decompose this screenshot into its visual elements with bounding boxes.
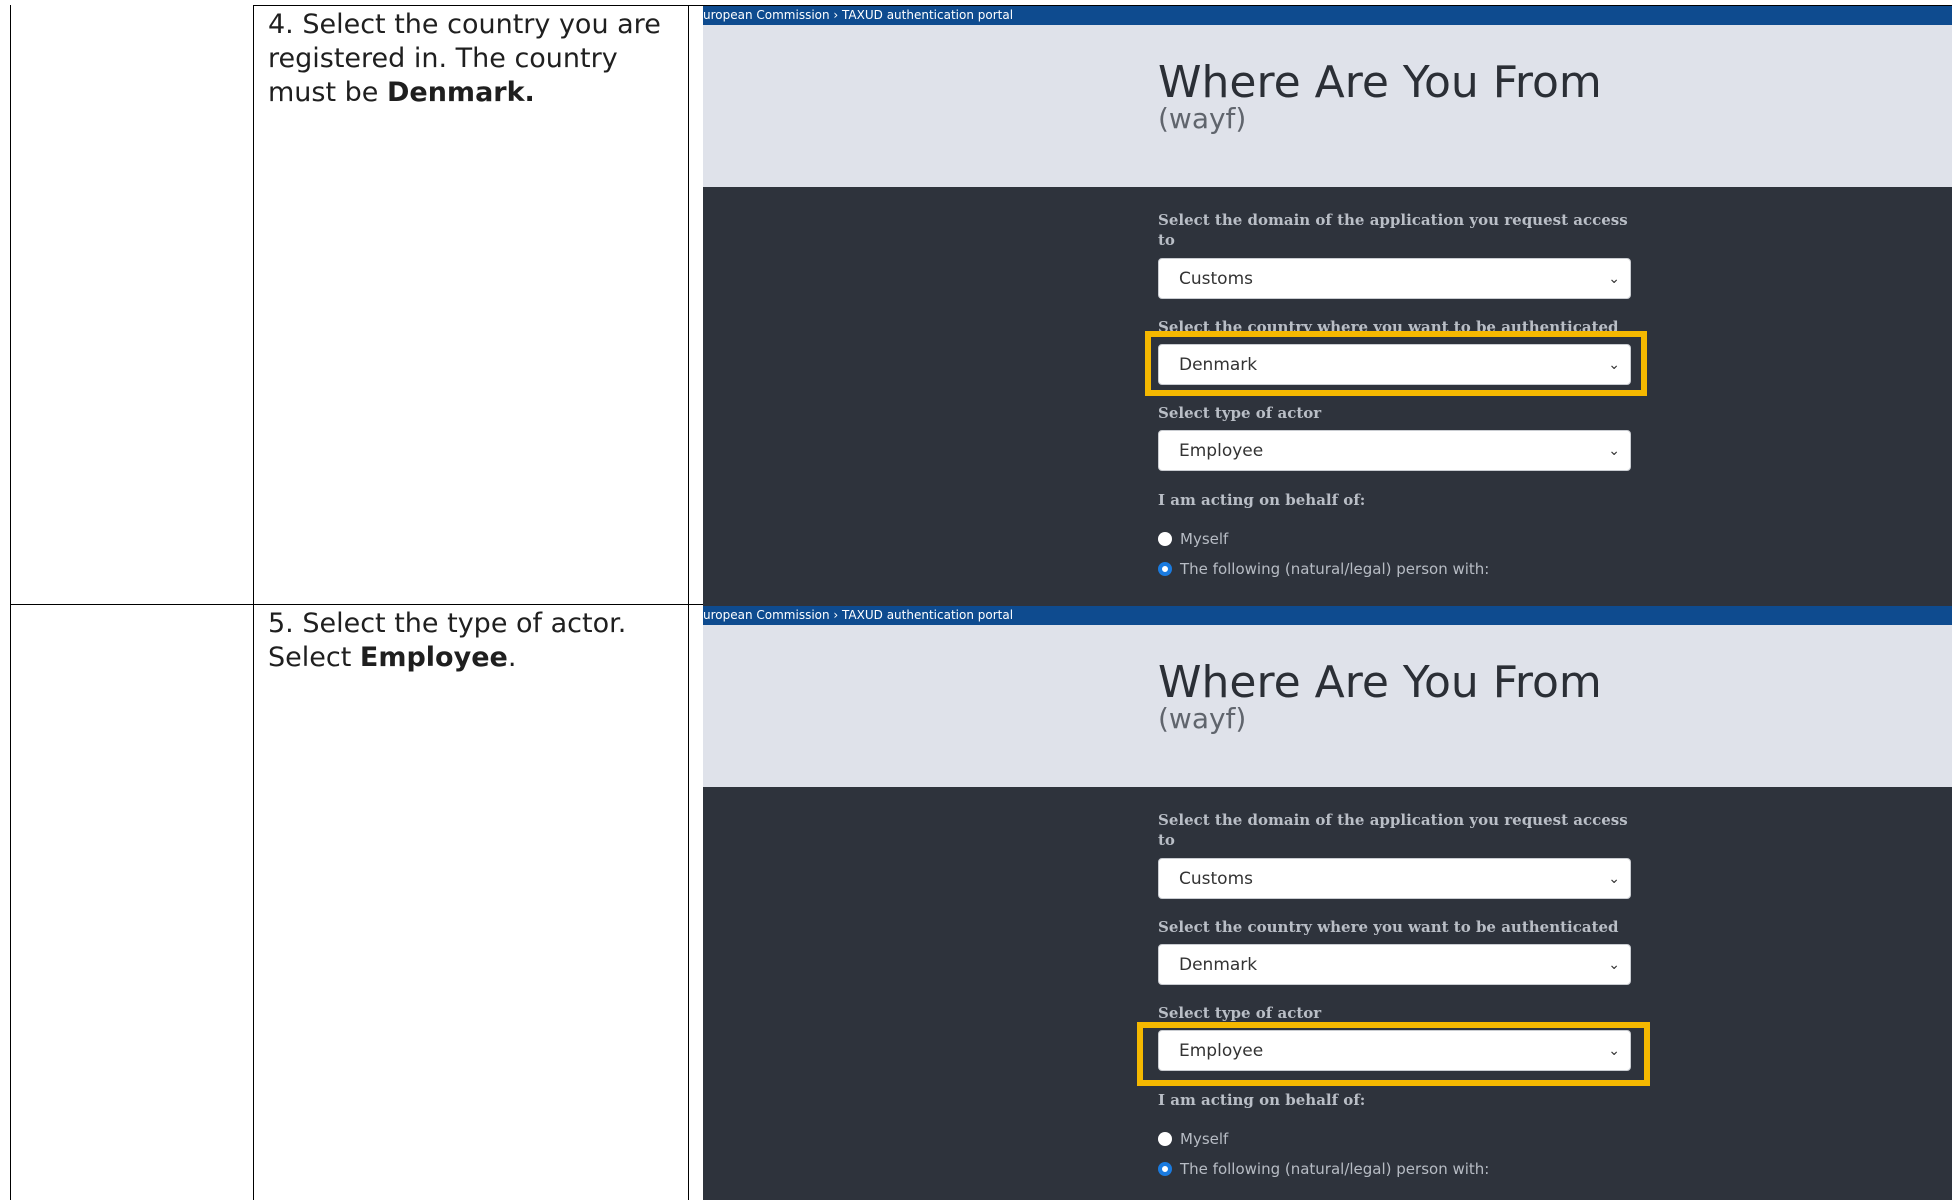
radio-myself-label: Myself [1180, 1130, 1229, 1148]
step-4-line-2: registered in. The country [268, 43, 618, 74]
radio-empty-icon[interactable] [1158, 532, 1172, 546]
country-select-value: Denmark [1179, 955, 1258, 975]
wayf-screenshot-step-5: uropean Commission › TAXUD authenticatio… [703, 606, 1952, 1200]
table-border-left [10, 5, 11, 1200]
step-4-country-emphasis: Denmark. [386, 77, 535, 108]
step-5-line-2-prefix: Select [268, 642, 360, 673]
step-4-instruction: 4. Select the country you are registered… [268, 8, 688, 110]
radio-following-label: The following (natural/legal) person wit… [1180, 560, 1490, 578]
step-4-line-3: must be Denmark. [268, 76, 688, 110]
chevron-down-icon: ⌄ [1608, 271, 1620, 287]
domain-select-value: Customs [1179, 869, 1253, 889]
actor-select-value: Employee [1179, 441, 1264, 461]
chevron-down-icon: ⌄ [1608, 957, 1620, 973]
radio-myself[interactable]: Myself [1158, 1130, 1228, 1148]
highlight-box-country [1145, 331, 1647, 396]
page-title: Where Are You From [1158, 57, 1602, 108]
step-5-instruction: 5. Select the type of actor. Select Empl… [268, 607, 688, 675]
step-5-line-2: Select Employee. [268, 641, 688, 675]
wayf-screenshot-step-4: uropean Commission › TAXUD authenticatio… [703, 6, 1952, 606]
behalf-label: I am acting on behalf of: [1158, 1091, 1366, 1109]
actor-select[interactable]: Employee ⌄ [1158, 430, 1631, 471]
radio-following-person[interactable]: The following (natural/legal) person wit… [1158, 560, 1489, 578]
page-subtitle: (wayf) [1158, 702, 1247, 735]
radio-following-person[interactable]: The following (natural/legal) person wit… [1158, 1160, 1489, 1178]
radio-filled-icon[interactable] [1158, 562, 1172, 576]
page-title: Where Are You From [1158, 657, 1602, 708]
domain-select[interactable]: Customs ⌄ [1158, 858, 1631, 899]
actor-label: Select type of actor [1158, 404, 1322, 422]
breadcrumb[interactable]: uropean Commission › TAXUD authenticatio… [703, 6, 1952, 25]
table-divider-col1 [253, 5, 254, 1200]
radio-empty-icon[interactable] [1158, 1132, 1172, 1146]
breadcrumb[interactable]: uropean Commission › TAXUD authenticatio… [703, 606, 1952, 625]
chevron-down-icon: ⌄ [1608, 443, 1620, 459]
highlight-box-actor [1137, 1022, 1650, 1086]
step-4-line-1: 4. Select the country you are [268, 9, 661, 40]
actor-label: Select type of actor [1158, 1004, 1322, 1022]
radio-following-label: The following (natural/legal) person wit… [1180, 1160, 1490, 1178]
table-divider-col2 [688, 5, 689, 1200]
chevron-down-icon: ⌄ [1608, 871, 1620, 887]
step-4-line-3-prefix: must be [268, 77, 387, 108]
radio-myself[interactable]: Myself [1158, 530, 1228, 548]
step-5-actor-emphasis: Employee [359, 642, 508, 673]
domain-label: Select the domain of the application you… [1158, 211, 1628, 249]
behalf-label: I am acting on behalf of: [1158, 491, 1366, 509]
country-select[interactable]: Denmark ⌄ [1158, 944, 1631, 985]
radio-filled-icon[interactable] [1158, 1162, 1172, 1176]
domain-select-value: Customs [1179, 269, 1253, 289]
page-subtitle: (wayf) [1158, 102, 1247, 135]
domain-select[interactable]: Customs ⌄ [1158, 258, 1631, 299]
step-5-line-1: 5. Select the type of actor. [268, 608, 627, 639]
step-5-line-2-suffix: . [507, 642, 517, 673]
country-label: Select the country where you want to be … [1158, 918, 1619, 936]
radio-myself-label: Myself [1180, 530, 1229, 548]
domain-label: Select the domain of the application you… [1158, 811, 1628, 849]
